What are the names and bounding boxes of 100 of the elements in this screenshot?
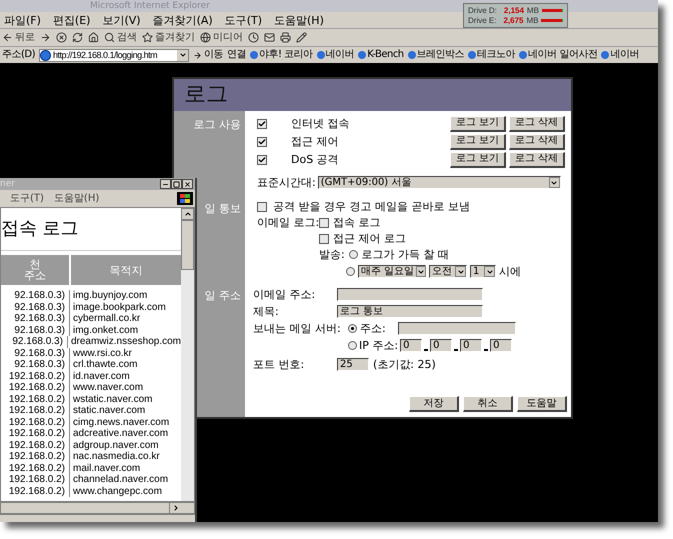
- field-label: 시에: [499, 266, 521, 277]
- window-control-button[interactable]: [182, 179, 193, 189]
- table-cell-text: 92.168.0.3): [13, 348, 65, 359]
- mail-icon: [264, 32, 275, 43]
- toolbar-button[interactable]: [248, 32, 259, 43]
- table-cell-text: 192.168.0.2): [8, 474, 65, 486]
- toolbar-button[interactable]: [56, 32, 67, 43]
- checkbox[interactable]: [257, 118, 267, 128]
- dropdown[interactable]: 1: [470, 265, 496, 278]
- field-label: 이메일 주소:: [253, 289, 316, 300]
- menu-item[interactable]: 도움말(H): [54, 194, 100, 204]
- input-field[interactable]: [337, 288, 483, 301]
- dot-separator: [424, 348, 428, 350]
- menu-item[interactable]: 편집(E): [52, 14, 90, 26]
- table-cell-text: 92.168.0.3): [11, 336, 63, 348]
- input-field[interactable]: 로그 통보: [337, 305, 483, 318]
- toolbar-button[interactable]: [264, 32, 275, 43]
- refresh-icon: [72, 32, 83, 43]
- table-cell-text: 192.168.0.2): [8, 462, 65, 474]
- dialog-button[interactable]: 로그 보기: [450, 116, 506, 132]
- globe-page-icon: [40, 50, 52, 60]
- checkbox-label: 접근 제어 로그: [333, 233, 406, 244]
- dialog-button[interactable]: 로그 보기: [450, 152, 506, 168]
- toolbar-button[interactable]: 검색: [104, 32, 137, 43]
- menu-item[interactable]: 즐겨찾기(A): [152, 14, 213, 26]
- menu-item[interactable]: 도움말(H): [274, 14, 324, 26]
- arrow-icon: [193, 50, 202, 60]
- toolbar-button[interactable]: [280, 32, 291, 43]
- dialog-button[interactable]: 저장: [409, 396, 459, 412]
- input-field[interactable]: 0: [460, 339, 482, 352]
- table-cell-text: 92.168.0.3): [13, 290, 65, 302]
- address-field[interactable]: http://192.168.0.1/logging.htm: [39, 48, 190, 62]
- link-button[interactable]: 브레인박스: [408, 50, 464, 60]
- toolbar-button[interactable]: 즐겨찾기: [142, 32, 195, 43]
- section-label: 일 주소: [204, 289, 241, 302]
- vertical-scrollbar[interactable]: [181, 208, 194, 501]
- menu-item[interactable]: 보기(V): [102, 14, 141, 26]
- pencil-icon: [296, 32, 307, 43]
- checkbox[interactable]: [319, 234, 329, 244]
- dropdown[interactable]: 오전: [429, 265, 467, 278]
- input-field[interactable]: 0: [490, 339, 512, 352]
- dropdown[interactable]: (GMT+09:00) 서울: [318, 176, 561, 189]
- link-button[interactable]: 야후! 코리아: [250, 50, 313, 60]
- unit-label: MB: [526, 16, 538, 25]
- radio-button[interactable]: [348, 324, 357, 333]
- scroll-up-icon: [184, 210, 192, 218]
- table-cell-text: 192.168.0.2): [8, 451, 65, 462]
- checkbox[interactable]: [257, 136, 267, 146]
- link-button[interactable]: K-Bench: [358, 50, 404, 60]
- section-label: 로그 사용: [194, 118, 241, 131]
- checkbox[interactable]: [319, 218, 329, 228]
- hint-text: (초기값: 25): [373, 359, 436, 370]
- toolbar-button[interactable]: [88, 32, 99, 43]
- scroll-thumb[interactable]: [181, 220, 194, 270]
- table-cell-text: 192.168.0.2): [8, 440, 65, 451]
- table-cell-text: 192.168.0.2): [8, 370, 65, 382]
- checkbox[interactable]: [257, 154, 267, 164]
- dialog-button[interactable]: 로그 삭제: [509, 116, 565, 132]
- maximize-icon: [173, 180, 180, 188]
- checkbox-label: 공격 받을 경우 경고 메일을 곧바로 보냄: [273, 201, 470, 212]
- dialog-button[interactable]: 로그 삭제: [509, 134, 565, 150]
- menu-item[interactable]: 도구(T): [224, 14, 262, 26]
- dialog-button[interactable]: 도움말: [517, 396, 567, 412]
- dropdown[interactable]: 매주 일요일: [358, 265, 426, 278]
- field-label: 발송:: [319, 249, 345, 260]
- dialog-button[interactable]: 취소: [463, 396, 513, 412]
- input-field[interactable]: [398, 322, 516, 335]
- menu-item[interactable]: 도구(T): [10, 194, 44, 204]
- link-button[interactable]: 테크노아: [468, 50, 516, 60]
- toolbar-button[interactable]: 미디어: [200, 32, 243, 43]
- toolbar-button[interactable]: [40, 32, 51, 43]
- link-button[interactable]: 네이버 일어사전: [519, 50, 598, 60]
- go-button[interactable]: 이동: [193, 50, 224, 60]
- table-cell-text: 192.168.0.2): [8, 428, 65, 440]
- table-cell-text: 92.168.0.3): [13, 359, 65, 370]
- checkbox[interactable]: [257, 202, 267, 212]
- field-label: 포트 번호:: [253, 359, 306, 370]
- table-cell-text: 192.168.0.2): [8, 416, 65, 428]
- toolbar-button[interactable]: [296, 32, 307, 43]
- input-field[interactable]: 0: [400, 339, 422, 352]
- radio-button[interactable]: [346, 267, 355, 276]
- table-header-cell: 천 주소: [1, 255, 69, 285]
- dialog-button[interactable]: 로그 삭제: [509, 152, 565, 168]
- input-field[interactable]: 0: [430, 339, 452, 352]
- input-field[interactable]: 25: [337, 358, 369, 371]
- window-control-button[interactable]: [171, 179, 182, 189]
- table-cell-text: 92.168.0.3): [13, 302, 65, 313]
- toolbar-button[interactable]: 뒤로: [2, 32, 35, 43]
- link-button[interactable]: 네이버: [601, 50, 639, 60]
- menu-item[interactable]: 파일(F): [4, 14, 41, 26]
- link-button[interactable]: 네이버: [316, 50, 354, 60]
- radio-button[interactable]: [348, 341, 357, 350]
- toolbar-button[interactable]: [72, 32, 83, 43]
- printer-icon: [280, 32, 291, 43]
- table-cell-text: 92.168.0.3): [13, 313, 65, 324]
- horizontal-scrollbar[interactable]: [0, 502, 195, 514]
- radio-button[interactable]: [348, 250, 358, 259]
- dialog-button[interactable]: 로그 보기: [450, 134, 506, 150]
- window-control-button[interactable]: [160, 179, 171, 189]
- links-label: 연결: [227, 50, 246, 60]
